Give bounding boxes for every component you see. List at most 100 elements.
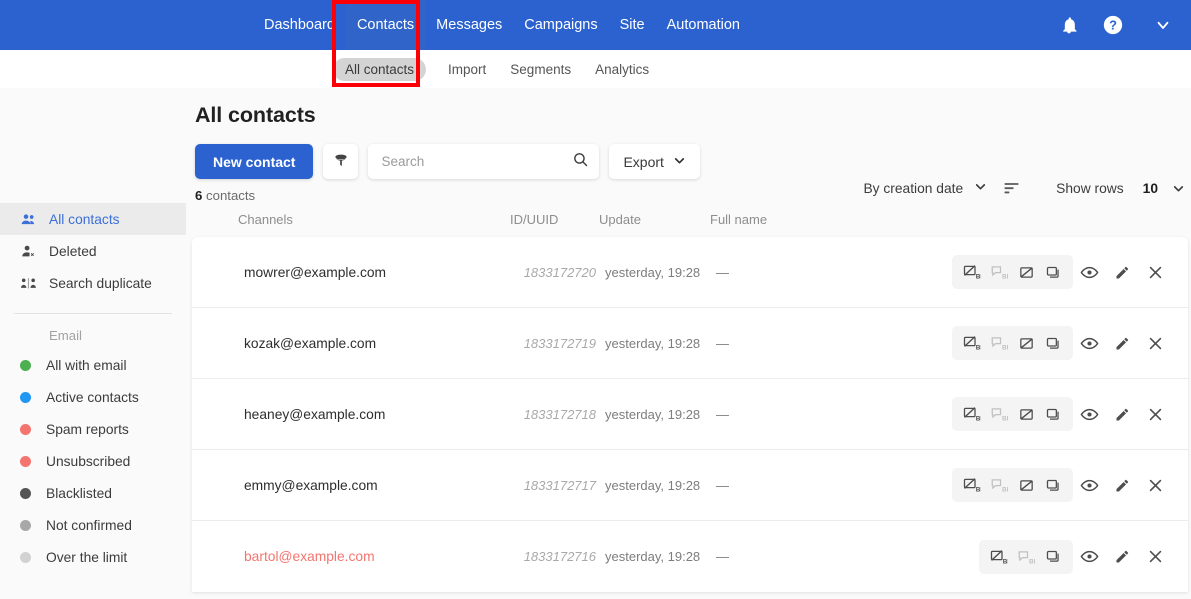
left-sidebar: All contacts Deleted Search duplicate Em… (0, 88, 186, 599)
row-actions: BL BL (952, 397, 1172, 431)
view-icon[interactable] (1073, 334, 1106, 353)
nav-item-campaigns[interactable]: Campaigns (513, 0, 608, 50)
row-actions: BL BL (952, 468, 1172, 502)
subnav-item-import[interactable]: Import (436, 58, 498, 81)
delete-icon[interactable] (1139, 264, 1172, 281)
edit-icon[interactable] (1106, 335, 1139, 352)
new-contact-button[interactable]: New contact (195, 144, 314, 179)
sort-by-select[interactable]: By creation date (857, 176, 993, 200)
cell-email[interactable]: bartol@example.com (244, 549, 375, 564)
export-label: Export (623, 153, 664, 170)
email-blacklist-icon[interactable]: BL (961, 475, 983, 495)
sms-blacklist-icon[interactable]: BL (988, 333, 1010, 353)
nav-label: Contacts (356, 16, 415, 33)
table-row[interactable]: heaney@example.com 1833172718 yesterday,… (192, 379, 1188, 450)
nav-item-dashboard[interactable]: Dashboard (253, 0, 346, 50)
subnav-item-all-contacts[interactable]: All contacts (333, 57, 427, 81)
sidebar-item-all-contacts[interactable]: All contacts (0, 203, 186, 235)
unsubscribe-icon[interactable] (1015, 475, 1037, 495)
cell-email[interactable]: emmy@example.com (244, 478, 378, 493)
subnav-item-analytics[interactable]: Analytics (583, 58, 661, 81)
table-row[interactable]: bartol@example.com 1833172716 yesterday,… (192, 521, 1188, 592)
svg-text:BL: BL (976, 486, 981, 493)
table-row[interactable]: emmy@example.com 1833172717 yesterday, 1… (192, 450, 1188, 521)
edit-icon[interactable] (1106, 477, 1139, 494)
view-icon[interactable] (1073, 476, 1106, 495)
unsubscribe-icon[interactable] (1015, 404, 1037, 424)
sidebar-item-search-duplicate[interactable]: Search duplicate (0, 267, 186, 299)
sort-descending-icon[interactable] (993, 177, 1030, 199)
email-blacklist-icon[interactable]: BL (961, 404, 983, 424)
email-blacklist-icon[interactable]: BL (988, 547, 1010, 567)
sidebar-filter-blacklisted[interactable]: Blacklisted (0, 477, 186, 509)
table-row[interactable]: mowrer@example.com 1833172720 yesterday,… (192, 237, 1188, 308)
cell-update: yesterday, 19:28 (605, 335, 701, 351)
cell-email[interactable]: mowrer@example.com (244, 265, 386, 280)
duplicate-icon[interactable] (1042, 547, 1064, 567)
svg-text:BL: BL (1002, 273, 1008, 280)
contacts-table: mowrer@example.com 1833172720 yesterday,… (192, 237, 1188, 592)
cell-email[interactable]: heaney@example.com (244, 407, 385, 422)
view-icon[interactable] (1073, 547, 1106, 566)
cell-email[interactable]: kozak@example.com (244, 336, 376, 351)
unsubscribe-icon[interactable] (1015, 333, 1037, 353)
view-icon[interactable] (1073, 263, 1106, 282)
nav-item-site[interactable]: Site (609, 0, 656, 50)
show-rows-chevron-down-icon[interactable] (1172, 182, 1185, 195)
sidebar-filter-unsubscribed[interactable]: Unsubscribed (0, 445, 186, 477)
view-icon[interactable] (1073, 405, 1106, 424)
search-box[interactable] (368, 144, 600, 179)
sidebar-filter-active-contacts[interactable]: Active contacts (0, 381, 186, 413)
delete-icon[interactable] (1139, 406, 1172, 423)
help-icon[interactable]: ? (1091, 0, 1135, 50)
bell-icon[interactable] (1047, 0, 1091, 50)
svg-text:BL: BL (1029, 558, 1035, 565)
edit-icon[interactable] (1106, 264, 1139, 281)
cell-full-name: — (716, 335, 729, 351)
sidebar-filter-label: Not confirmed (46, 517, 132, 533)
email-blacklist-icon[interactable]: BL (961, 333, 983, 353)
account-chevron-down-icon[interactable] (1135, 0, 1191, 50)
row-status-chips: BL BL (952, 326, 1073, 360)
edit-icon[interactable] (1106, 548, 1139, 565)
delete-icon[interactable] (1139, 548, 1172, 565)
sort-by-label: By creation date (863, 180, 964, 196)
edit-icon[interactable] (1106, 406, 1139, 423)
svg-text:BL: BL (976, 344, 981, 351)
sms-blacklist-icon[interactable]: BL (988, 475, 1010, 495)
svg-text:BL: BL (976, 415, 981, 422)
sms-blacklist-icon[interactable]: BL (988, 404, 1010, 424)
sidebar-item-deleted[interactable]: Deleted (0, 235, 186, 267)
row-actions: BL BL (979, 539, 1172, 574)
export-button[interactable]: Export (609, 144, 700, 179)
show-rows-label: Show rows (1056, 180, 1124, 196)
contacts-count-label: contacts (206, 188, 256, 203)
duplicate-icon[interactable] (1042, 404, 1064, 424)
search-icon[interactable] (572, 151, 589, 173)
email-blacklist-icon[interactable]: BL (961, 262, 983, 282)
sms-blacklist-icon[interactable]: BL (1015, 547, 1037, 567)
nav-item-automation[interactable]: Automation (656, 0, 751, 50)
filter-button[interactable] (323, 144, 359, 179)
cell-full-name: — (716, 477, 729, 493)
sidebar-filter-not-confirmed[interactable]: Not confirmed (0, 509, 186, 541)
duplicate-icon[interactable] (1042, 333, 1064, 353)
delete-icon[interactable] (1139, 477, 1172, 494)
subnav-item-segments[interactable]: Segments (498, 58, 583, 81)
svg-text:BL: BL (1002, 344, 1008, 351)
sidebar-filter-over-the-limit[interactable]: Over the limit (0, 541, 186, 573)
search-input[interactable] (381, 154, 573, 169)
table-row[interactable]: kozak@example.com 1833172719 yesterday, … (192, 308, 1188, 379)
duplicate-icon[interactable] (1042, 475, 1064, 495)
nav-item-contacts[interactable]: Contacts (345, 0, 426, 50)
topbar-right-controls: ? (1047, 0, 1191, 50)
unsubscribe-icon[interactable] (1015, 262, 1037, 282)
sidebar-filter-spam-reports[interactable]: Spam reports (0, 413, 186, 445)
duplicate-icon[interactable] (1042, 262, 1064, 282)
sms-blacklist-icon[interactable]: BL (988, 262, 1010, 282)
delete-icon[interactable] (1139, 335, 1172, 352)
show-rows-value[interactable]: 10 (1143, 181, 1158, 196)
users-icon (18, 211, 38, 228)
sidebar-filter-all-with-email[interactable]: All with email (0, 349, 186, 381)
nav-item-messages[interactable]: Messages (425, 0, 513, 50)
